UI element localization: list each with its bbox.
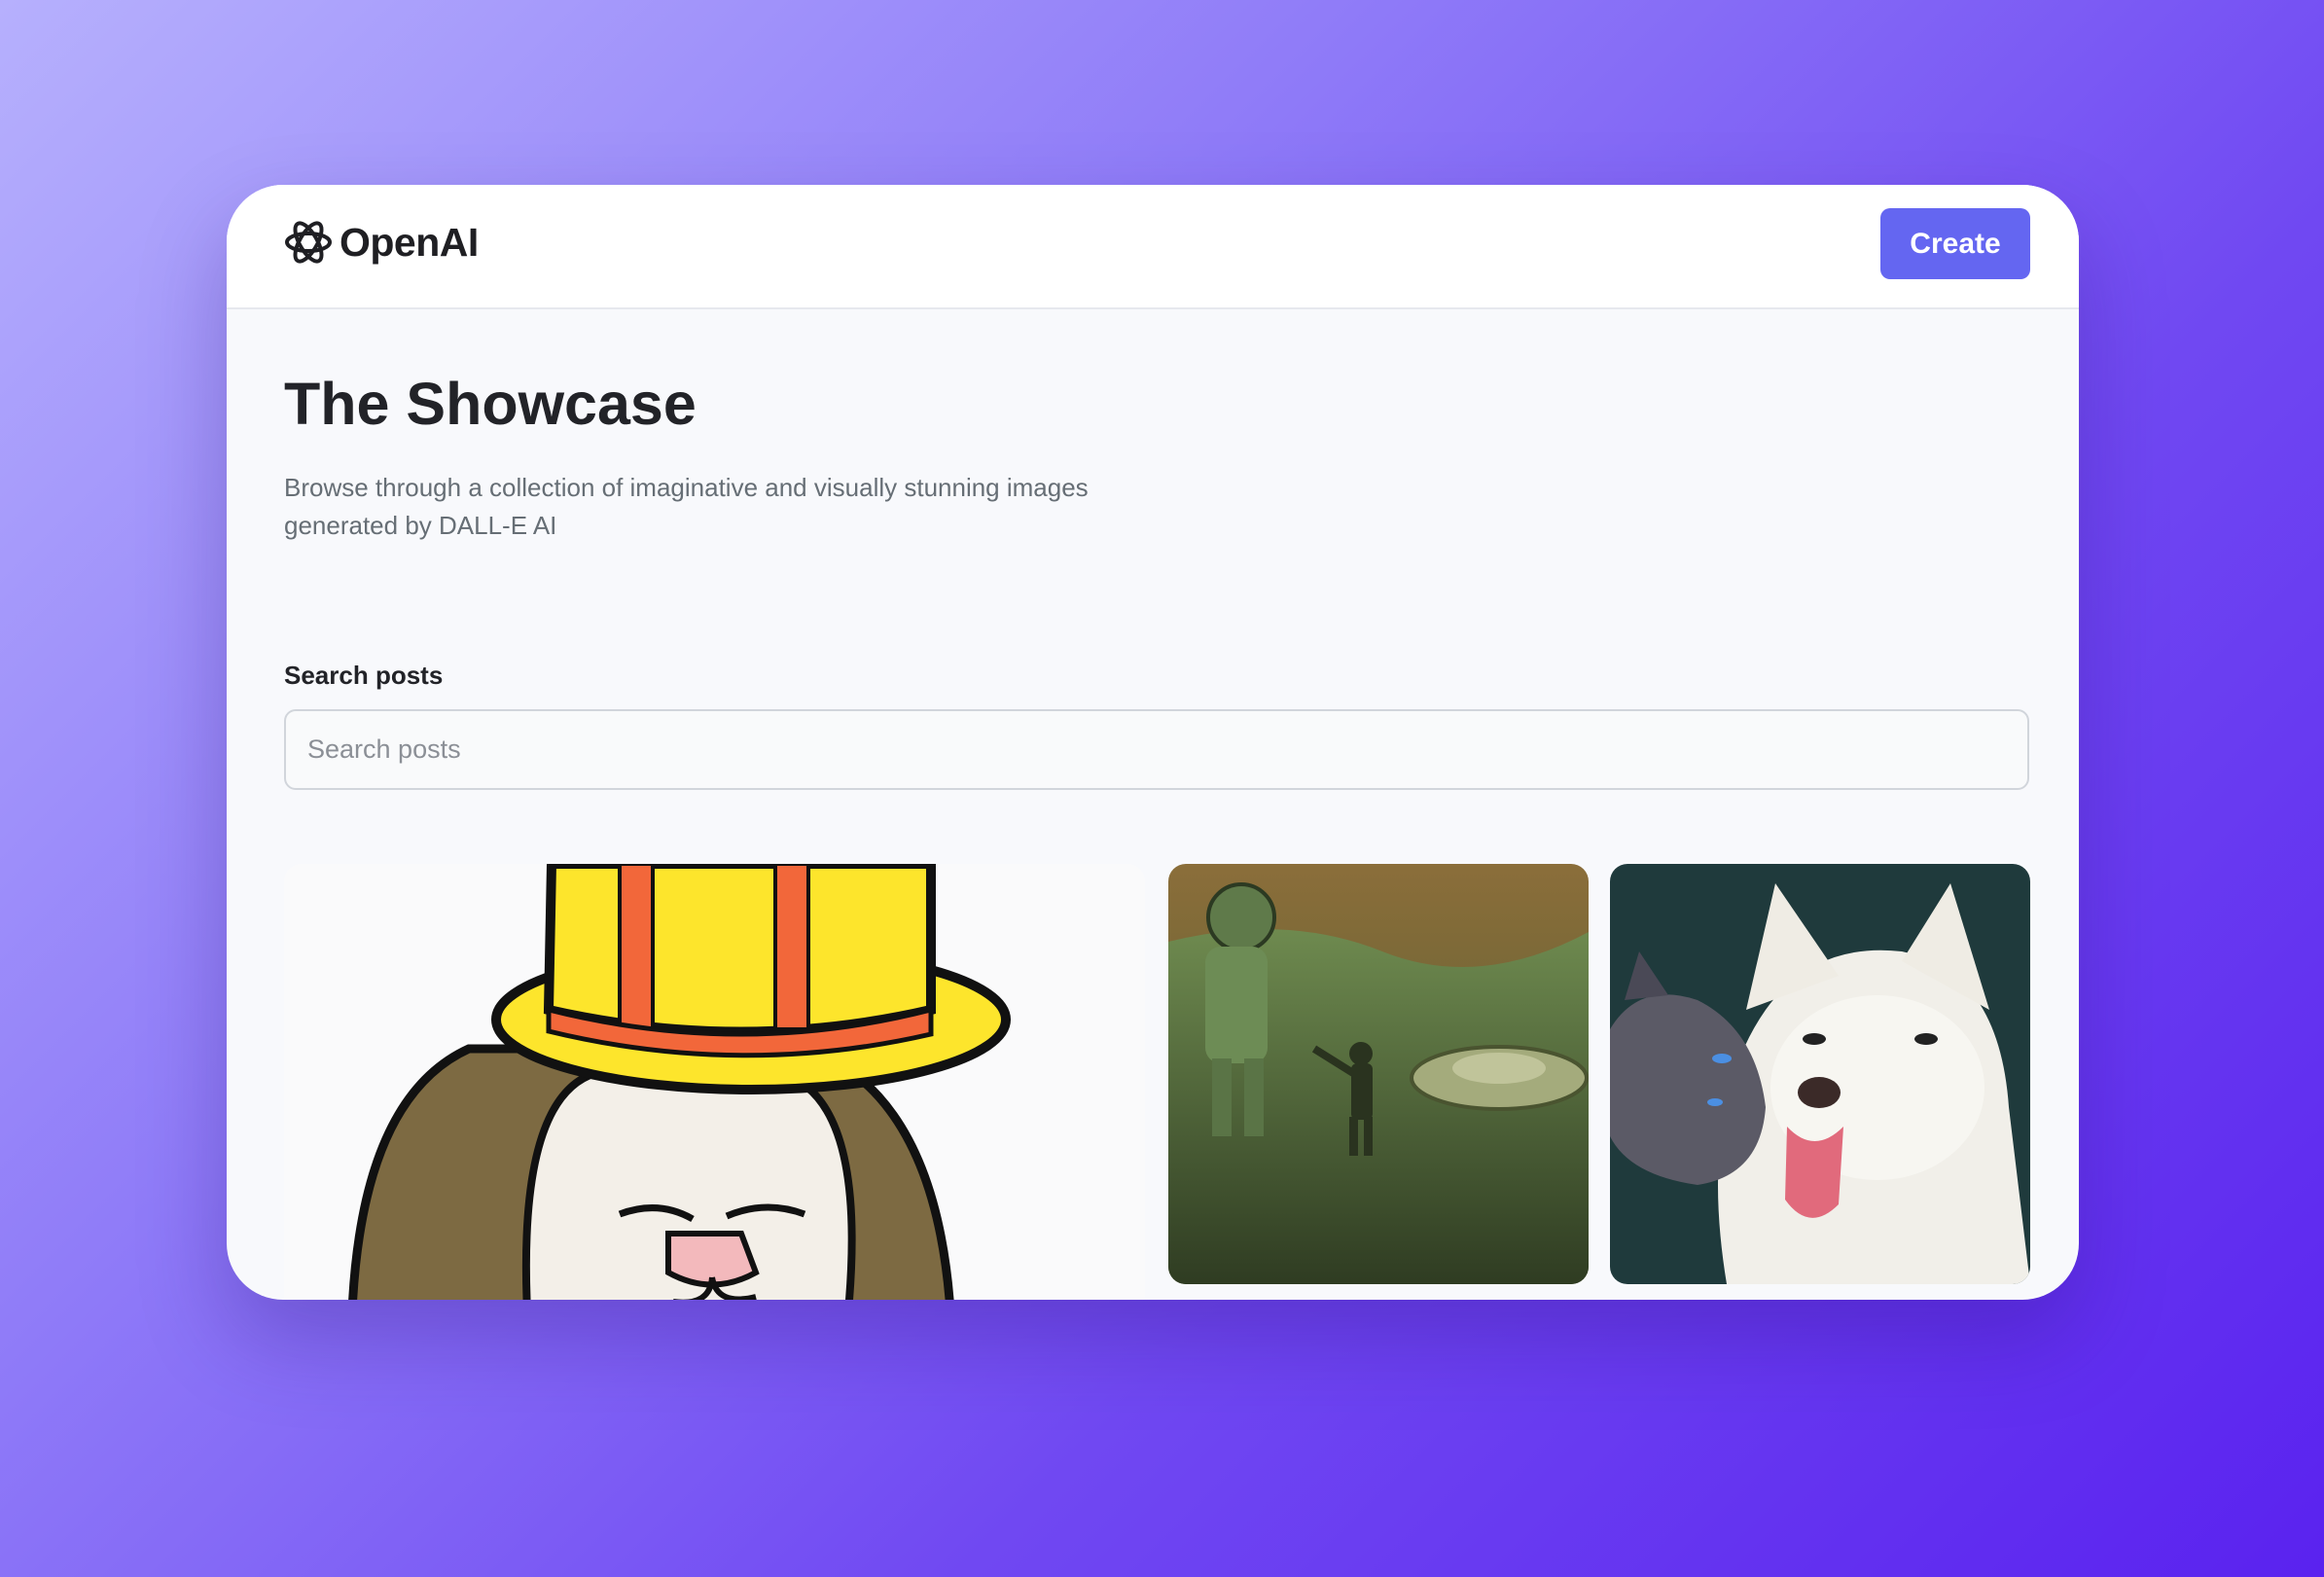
- brand-logo[interactable]: OpenAI: [283, 217, 479, 268]
- search-input[interactable]: [284, 709, 2029, 790]
- gallery-card[interactable]: [1610, 864, 2030, 1284]
- brand-name: OpenAI: [340, 219, 479, 265]
- astronauts-on-alien-planet-image: [1168, 864, 1589, 1284]
- gallery-card[interactable]: [1168, 864, 1589, 1284]
- page-subtitle: Browse through a collection of imaginati…: [284, 473, 1089, 540]
- app-window: OpenAI Create The Showcase Browse throug…: [227, 185, 2079, 1300]
- cat-and-dog-image: [1610, 864, 2030, 1284]
- header: OpenAI Create: [227, 185, 2079, 309]
- search-label: Search posts: [284, 661, 444, 690]
- openai-logo-icon: [285, 221, 332, 264]
- gallery-card[interactable]: [284, 864, 1145, 1300]
- cartoon-dog-in-top-hat-image: [284, 864, 1145, 1300]
- create-button[interactable]: Create: [1880, 208, 2030, 279]
- page-title: The Showcase: [284, 371, 697, 437]
